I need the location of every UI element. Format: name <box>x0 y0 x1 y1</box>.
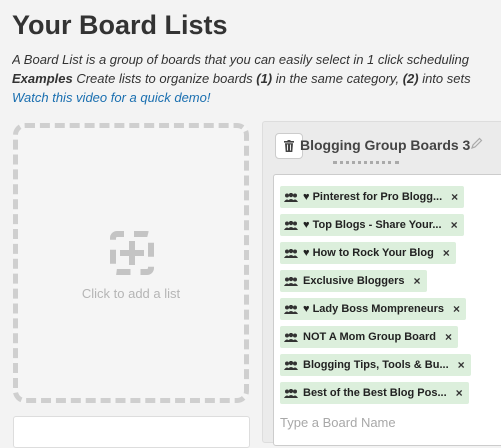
board-tag-label: Blogging Tips, Tools & Bu... <box>303 359 449 371</box>
examples-label: Examples <box>12 71 73 86</box>
remove-board-button[interactable]: × <box>456 382 463 404</box>
group-board-icon <box>284 248 298 258</box>
examples-line: Examples Create lists to organize boards… <box>12 71 471 86</box>
board-tag: Exclusive Bloggers × <box>280 270 427 292</box>
group-board-icon <box>284 388 298 398</box>
board-tag-label: NOT A Mom Group Board <box>303 331 437 343</box>
remove-board-button[interactable]: × <box>451 214 458 236</box>
description-line: A Board List is a group of boards that y… <box>12 52 469 67</box>
add-list-button[interactable]: Click to add a list <box>13 123 249 403</box>
group-board-icon <box>284 304 298 314</box>
group-board-icon <box>284 276 298 286</box>
board-tag-label: ♥ Pinterest for Pro Blogg... <box>303 191 443 203</box>
remove-board-button[interactable]: × <box>453 298 460 320</box>
pencil-icon[interactable] <box>470 137 483 150</box>
board-list-card <box>13 416 250 448</box>
board-tag-label: Best of the Best Blog Pos... <box>303 387 447 399</box>
board-name-input[interactable] <box>278 411 492 433</box>
group-board-icon <box>284 332 298 342</box>
trash-icon <box>284 140 294 152</box>
add-list-label: Click to add a list <box>81 286 181 301</box>
board-tag: ♥ Top Blogs - Share Your... × <box>280 214 464 236</box>
board-tag: Blogging Tips, Tools & Bu... × <box>280 354 471 376</box>
page-title: Your Board Lists <box>12 10 228 40</box>
group-board-icon <box>284 360 298 370</box>
board-tag: ♥ Pinterest for Pro Blogg... × <box>280 186 465 208</box>
drag-handle[interactable] <box>333 161 399 164</box>
board-tag: ♥ How to Rock Your Blog × <box>280 242 456 264</box>
board-tag-label: ♥ Lady Boss Mompreneurs <box>303 303 445 315</box>
board-list-name[interactable]: Blogging Group Boards 3 <box>300 137 470 153</box>
boards-box: ♥ Pinterest for Pro Blogg... × ♥ Top Blo… <box>273 174 501 446</box>
remove-board-button[interactable]: × <box>451 186 458 208</box>
board-tag: Best of the Best Blog Pos... × <box>280 382 469 404</box>
remove-board-button[interactable]: × <box>445 326 452 348</box>
board-tag: ♥ Lady Boss Mompreneurs × <box>280 298 467 320</box>
board-list-panel: Blogging Group Boards 3 ♥ Pinterest for … <box>262 121 501 446</box>
board-tag: NOT A Mom Group Board × <box>280 326 459 348</box>
delete-list-button[interactable] <box>275 133 303 159</box>
group-board-icon <box>284 220 298 230</box>
add-square-icon <box>110 231 154 275</box>
group-board-icon <box>284 192 298 202</box>
remove-board-button[interactable]: × <box>414 270 421 292</box>
demo-video-link[interactable]: Watch this video for a quick demo! <box>12 90 210 105</box>
board-tag-label: ♥ How to Rock Your Blog <box>303 247 434 259</box>
board-tag-label: ♥ Top Blogs - Share Your... <box>303 219 442 231</box>
board-tag-label: Exclusive Bloggers <box>303 275 405 287</box>
remove-board-button[interactable]: × <box>458 354 465 376</box>
remove-board-button[interactable]: × <box>443 242 450 264</box>
